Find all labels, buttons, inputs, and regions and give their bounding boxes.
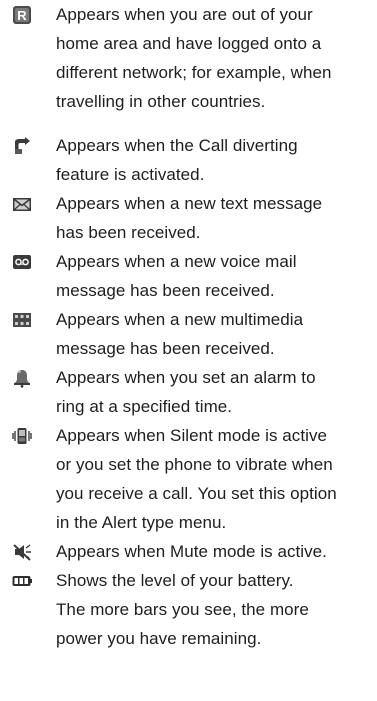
list-item-voicemail: Appears when a new voice mail message ha…	[0, 247, 377, 305]
list-item-battery: Shows the level of your battery. The mor…	[0, 566, 377, 653]
roaming-icon: R	[13, 6, 31, 24]
list-item-vibrate: Appears when Silent mode is active or yo…	[0, 421, 377, 537]
entry-description: Appears when you set an alarm to ring at…	[56, 368, 316, 416]
call-divert-icon	[15, 137, 30, 154]
vibrate-icon	[12, 428, 32, 444]
svg-text:R: R	[17, 8, 27, 23]
list-item-call-divert: Appears when the Call diverting feature …	[0, 131, 377, 189]
mute-icon	[13, 544, 31, 561]
battery-icon	[12, 576, 32, 586]
entry-description: Appears when the Call diverting feature …	[56, 136, 298, 184]
list-item-mute: Appears when Mute mode is active.	[0, 537, 377, 566]
list-item-multimedia-message: Appears when a new multimedia message ha…	[0, 305, 377, 363]
entry-description: Appears when a new multimedia message ha…	[56, 310, 304, 358]
list-item-alarm: Appears when you set an alarm to ring at…	[0, 363, 377, 421]
list-item-roaming: R Appears when you are out of your home …	[0, 0, 377, 116]
multimedia-message-icon	[13, 313, 31, 327]
entry-description: Appears when a new text message has been…	[56, 194, 323, 242]
entry-description: Appears when Mute mode is active.	[56, 542, 327, 561]
envelope-icon	[13, 198, 31, 211]
alarm-bell-icon	[14, 370, 30, 388]
entry-description: Shows the level of your battery. The mor…	[56, 571, 309, 648]
entry-description: Appears when a new voice mail message ha…	[56, 252, 297, 300]
entry-description: Appears when Silent mode is active or yo…	[56, 426, 337, 532]
list-item-text-message: Appears when a new text message has been…	[0, 189, 377, 247]
entry-description: Appears when you are out of your home ar…	[56, 5, 332, 111]
voicemail-icon	[13, 255, 31, 269]
